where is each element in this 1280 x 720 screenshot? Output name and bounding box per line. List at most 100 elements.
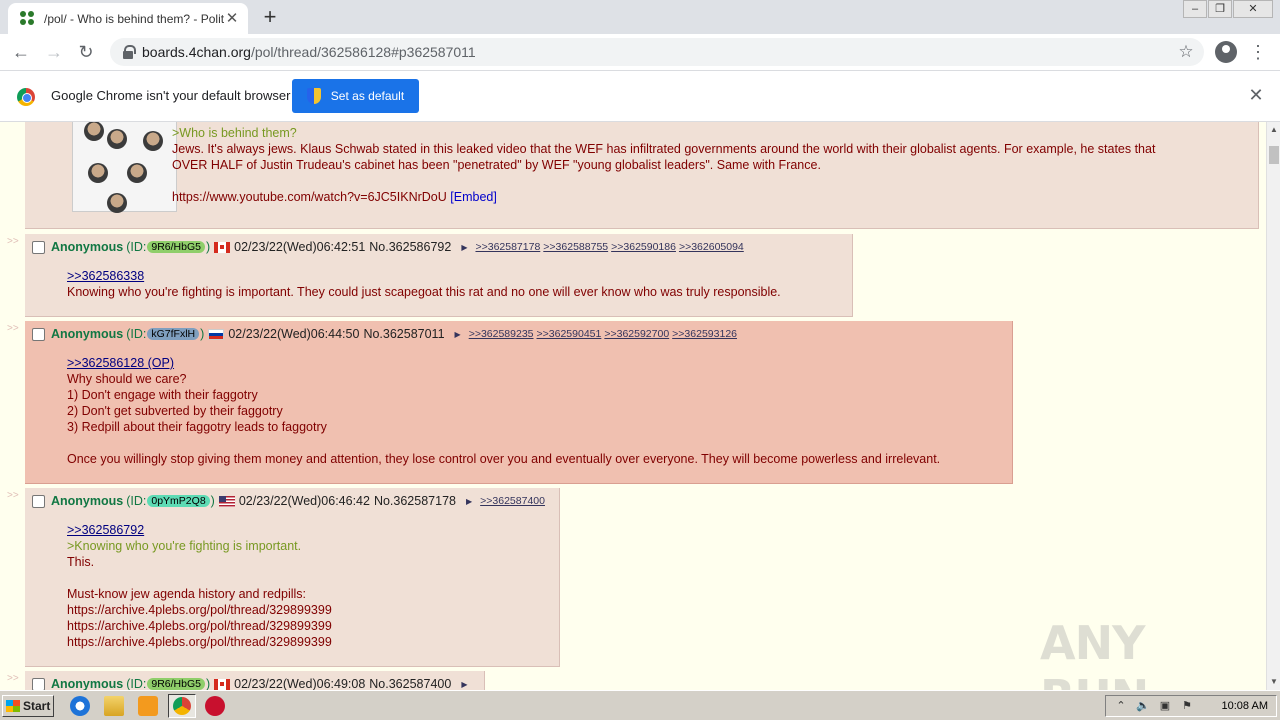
internet-explorer-icon[interactable] bbox=[70, 696, 90, 716]
page-scrollbar[interactable]: ▲ ▼ bbox=[1266, 122, 1280, 690]
comment-line: OVER HALF of Justin Trudeau's cabinet ha… bbox=[172, 158, 821, 172]
op-thumbnail[interactable] bbox=[72, 122, 177, 213]
backlink[interactable]: >>362590451 bbox=[537, 328, 602, 340]
id-label-close: ) bbox=[200, 327, 205, 341]
windows-logo-icon bbox=[6, 700, 20, 712]
quote-link[interactable]: >>362586128 (OP) bbox=[67, 356, 174, 370]
url-host: boards.4chan.org bbox=[142, 44, 251, 60]
volume-icon[interactable]: 🔈 bbox=[1136, 699, 1150, 713]
canada-flag-icon bbox=[214, 678, 231, 690]
set-as-default-label: Set as default bbox=[330, 89, 405, 103]
media-player-icon[interactable] bbox=[138, 696, 158, 716]
poster-name: Anonymous bbox=[51, 240, 124, 254]
id-label: (ID: bbox=[126, 327, 147, 341]
scrollbar-thumb[interactable] bbox=[1269, 146, 1279, 164]
portrait-image bbox=[107, 193, 127, 213]
post-menu-icon[interactable]: ▶ bbox=[461, 680, 467, 689]
url-text[interactable]: boards.4chan.org/pol/thread/362586128#p3… bbox=[142, 44, 1174, 60]
poster-id-badge[interactable]: kG7fFxlH bbox=[147, 328, 200, 340]
side-arrows: >> bbox=[7, 323, 19, 334]
backlink[interactable]: >>362588755 bbox=[543, 241, 608, 253]
post-checkbox[interactable] bbox=[32, 240, 45, 254]
post-comment: >>362586792 >Knowing who you're fighting… bbox=[67, 522, 332, 650]
network-icon[interactable]: ▣ bbox=[1158, 699, 1172, 713]
comment-line: Knowing who you're fighting is important… bbox=[67, 285, 781, 299]
address-bar[interactable]: boards.4chan.org/pol/thread/362586128#p3… bbox=[110, 38, 1204, 66]
post-checkbox[interactable] bbox=[32, 327, 45, 341]
bookmark-star-icon[interactable]: ☆ bbox=[1174, 42, 1198, 62]
chrome-logo-icon bbox=[17, 88, 35, 106]
post-comment: >>362586128 (OP) Why should we care? 1) … bbox=[67, 355, 940, 467]
folder-icon[interactable] bbox=[104, 696, 124, 716]
post-menu-icon[interactable]: ▶ bbox=[466, 497, 472, 506]
id-label: (ID: bbox=[126, 677, 147, 690]
profile-avatar-icon[interactable] bbox=[1215, 41, 1237, 63]
op-comment: >Who is behind them? Jews. It's always j… bbox=[172, 125, 1155, 205]
comment-line: 1) Don't engage with their faggotry bbox=[67, 388, 258, 402]
post-number[interactable]: No.362586792 bbox=[369, 240, 451, 254]
chrome-taskbar-button[interactable] bbox=[168, 694, 196, 718]
backlink[interactable]: >>362593126 bbox=[672, 328, 737, 340]
tray-expand-icon[interactable]: ⌃ bbox=[1114, 699, 1128, 713]
archive-link[interactable]: https://archive.4plebs.org/pol/thread/32… bbox=[67, 602, 332, 618]
youtube-link[interactable]: https://www.youtube.com/watch?v=6JC5IKNr… bbox=[172, 190, 447, 204]
post-checkbox[interactable] bbox=[32, 677, 45, 690]
poster-id-badge[interactable]: 0pYmP2Q8 bbox=[147, 495, 210, 507]
id-label: (ID: bbox=[126, 240, 147, 254]
post-number[interactable]: No.362587011 bbox=[363, 327, 444, 341]
lock-icon[interactable] bbox=[122, 45, 136, 59]
poster-id-badge[interactable]: 9R6/HbG5 bbox=[147, 678, 205, 690]
backlink[interactable]: >>362605094 bbox=[679, 241, 744, 253]
poster-id-badge[interactable]: 9R6/HbG5 bbox=[147, 241, 205, 253]
shield-icon bbox=[306, 88, 321, 104]
scroll-up-icon[interactable]: ▲ bbox=[1270, 125, 1278, 134]
canada-flag-icon bbox=[214, 241, 231, 253]
tab-active[interactable]: /pol/ - Who is behind them? - Politica ✕ bbox=[8, 3, 248, 34]
window-close-button[interactable]: ✕ bbox=[1233, 0, 1273, 18]
default-browser-infobar: Google Chrome isn't your default browser… bbox=[0, 70, 1280, 122]
quote-link[interactable]: >>362586792 bbox=[67, 523, 144, 537]
more-menu-icon[interactable]: ⋮ bbox=[1248, 40, 1268, 64]
chrome-icon bbox=[173, 697, 191, 715]
poster-name: Anonymous bbox=[51, 677, 124, 690]
start-button[interactable]: Start bbox=[2, 695, 54, 717]
post-menu-icon[interactable]: ▶ bbox=[461, 243, 467, 252]
post-number[interactable]: No.362587178 bbox=[374, 494, 456, 508]
close-tab-icon[interactable]: ✕ bbox=[224, 10, 240, 27]
backlink[interactable]: >>362590186 bbox=[611, 241, 676, 253]
comment-line: 2) Don't get subverted by their faggotry bbox=[67, 404, 283, 418]
back-icon[interactable]: ← bbox=[9, 40, 33, 64]
quote-link[interactable]: >>362586338 bbox=[67, 269, 144, 283]
post-number[interactable]: No.362587400 bbox=[369, 677, 451, 690]
reload-icon[interactable]: ↻ bbox=[74, 40, 98, 64]
forward-icon[interactable]: → bbox=[42, 40, 66, 64]
minimize-button[interactable]: – bbox=[1183, 0, 1207, 18]
antivirus-icon[interactable] bbox=[205, 696, 225, 716]
backlink[interactable]: >>362587178 bbox=[475, 241, 540, 253]
russia-flag-icon bbox=[208, 328, 225, 340]
archive-link[interactable]: https://archive.4plebs.org/pol/thread/32… bbox=[67, 618, 332, 634]
flag-icon[interactable]: ⚑ bbox=[1180, 699, 1194, 713]
infobar-close-icon[interactable]: ✕ bbox=[1247, 86, 1265, 104]
post-checkbox[interactable] bbox=[32, 494, 45, 508]
post-menu-icon[interactable]: ▶ bbox=[455, 330, 461, 339]
backlink[interactable]: >>362592700 bbox=[604, 328, 669, 340]
infobar-message: Google Chrome isn't your default browser bbox=[51, 88, 291, 103]
anyrun-watermark: ANY RUN bbox=[1040, 616, 1149, 690]
archive-link[interactable]: https://archive.4plebs.org/pol/thread/32… bbox=[67, 634, 332, 650]
new-tab-button[interactable]: + bbox=[258, 6, 282, 30]
embed-link[interactable]: [Embed] bbox=[450, 190, 497, 204]
scroll-down-icon[interactable]: ▼ bbox=[1270, 677, 1278, 686]
post-datetime: 02/23/22(Wed)06:49:08 bbox=[234, 677, 366, 690]
restore-button[interactable]: ❐ bbox=[1208, 0, 1232, 18]
comment-line: Once you willingly stop giving them mone… bbox=[67, 452, 941, 466]
clover-icon bbox=[20, 10, 36, 27]
backlink[interactable]: >>362587400 bbox=[480, 495, 545, 507]
id-label: (ID: bbox=[126, 494, 147, 508]
reply-post: Anonymous (ID: 9R6/HbG5 ) 02/23/22(Wed)0… bbox=[25, 234, 853, 317]
reply-post: Anonymous (ID: 0pYmP2Q8 ) 02/23/22(Wed)0… bbox=[25, 488, 560, 667]
backlink[interactable]: >>362589235 bbox=[469, 328, 534, 340]
poster-name: Anonymous bbox=[51, 327, 124, 341]
clock[interactable]: 10:08 AM bbox=[1222, 700, 1268, 712]
set-as-default-button[interactable]: Set as default bbox=[292, 79, 419, 113]
